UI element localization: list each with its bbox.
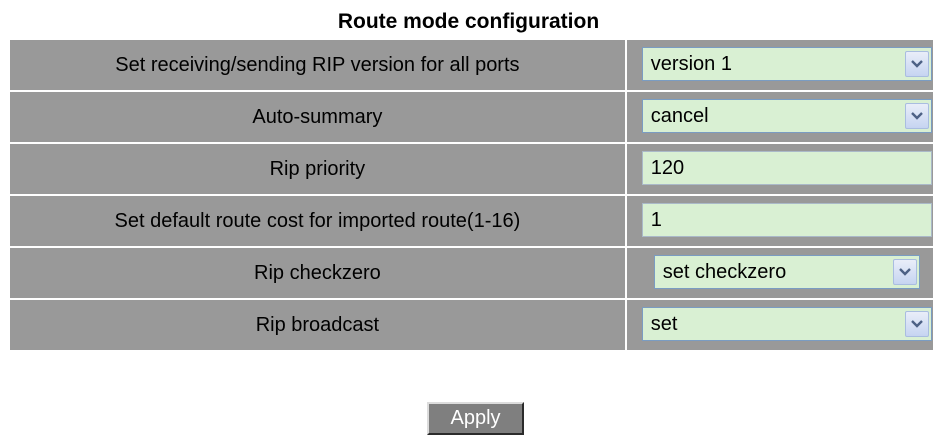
chevron-down-icon[interactable] xyxy=(904,311,929,337)
rip-version-select[interactable]: version 1 xyxy=(641,47,932,81)
default-route-cost-label: Set default route cost for imported rout… xyxy=(8,194,627,248)
page-title: Route mode configuration xyxy=(337,10,600,33)
default-route-cost-input[interactable]: 1 xyxy=(641,203,932,237)
rip-broadcast-label: Rip broadcast xyxy=(8,298,627,352)
table-row: Rip priority 120 xyxy=(8,142,936,196)
table-row: Set receiving/sending RIP version for al… xyxy=(8,38,936,92)
rip-broadcast-select[interactable]: set xyxy=(641,307,932,341)
rip-checkzero-select[interactable]: set checkzero xyxy=(653,255,920,289)
rip-broadcast-value: set xyxy=(650,313,678,335)
rip-version-value: version 1 xyxy=(650,53,732,75)
rip-checkzero-label: Rip checkzero xyxy=(8,246,627,300)
apply-button[interactable]: Apply xyxy=(427,402,524,435)
route-mode-page: Route mode configuration Set receiving/s… xyxy=(0,0,937,435)
rip-version-label: Set receiving/sending RIP version for al… xyxy=(8,38,627,92)
auto-summary-label: Auto-summary xyxy=(8,90,627,144)
table-row: Auto-summary cancel xyxy=(8,90,936,144)
table-row: Rip checkzero set checkzero xyxy=(8,246,936,300)
rip-priority-input[interactable]: 120 xyxy=(641,151,932,185)
table-row: Set default route cost for imported rout… xyxy=(8,194,936,248)
rip-priority-value: 120 xyxy=(650,157,685,179)
auto-summary-value: cancel xyxy=(650,105,709,127)
rip-priority-label: Rip priority xyxy=(8,142,627,196)
auto-summary-select[interactable]: cancel xyxy=(641,99,932,133)
rip-checkzero-value: set checkzero xyxy=(662,261,787,283)
chevron-down-icon[interactable] xyxy=(904,51,929,77)
chevron-down-icon[interactable] xyxy=(892,259,917,285)
default-route-cost-value: 1 xyxy=(650,209,662,231)
chevron-down-icon[interactable] xyxy=(904,103,929,129)
table-row: Rip broadcast set xyxy=(8,298,936,352)
route-config-table: Set receiving/sending RIP version for al… xyxy=(8,38,936,352)
